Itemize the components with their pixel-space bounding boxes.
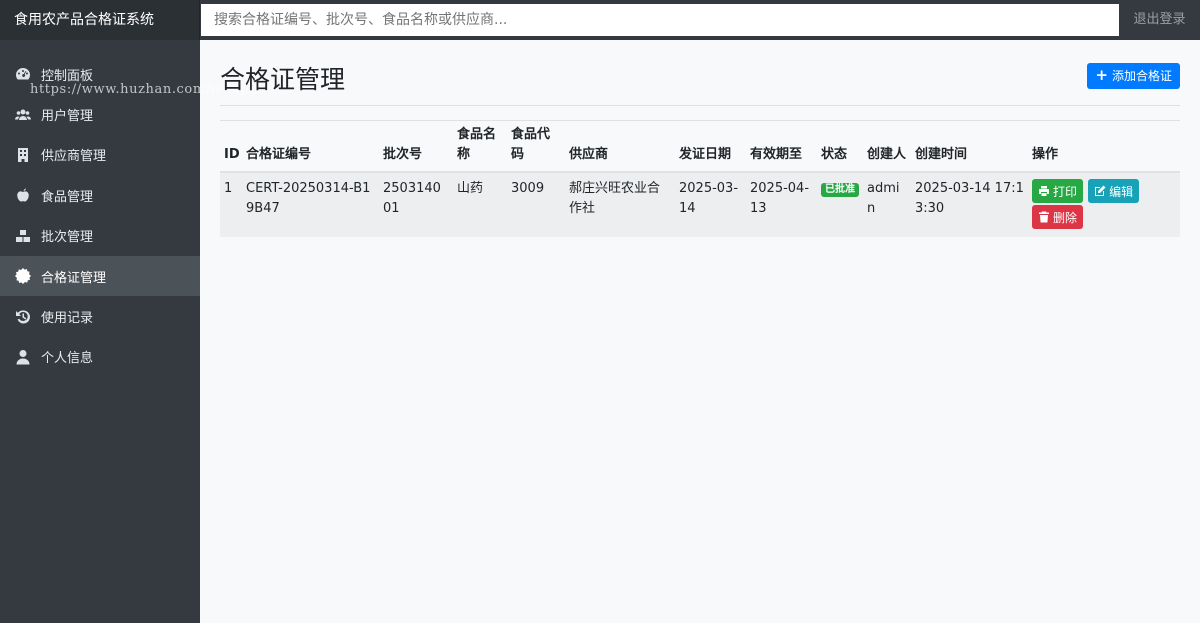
page-header: 合格证管理 + 添加合格证 [220,40,1180,106]
cell-creator: admin [863,172,911,237]
plus-icon: + [1095,66,1108,84]
history-icon [13,309,33,325]
cell-actions: 打印 编辑 删除 [1028,172,1180,237]
sidebar-item-label: 使用记录 [41,311,94,327]
users-icon [13,107,33,123]
column-header: 操作 [1028,120,1180,173]
top-navbar: 食用农产品合格证系统 退出登录 [0,0,1200,40]
cell-supplier: 郝庄兴旺农业合作社 [565,172,675,237]
cell-cert-no: CERT-20250314-B19B47 [242,172,379,237]
sidebar-item-label: 食品管理 [41,189,94,205]
sidebar-item-label: 批次管理 [41,230,94,246]
cell-status: 已批准 [817,172,863,237]
building-icon [13,147,33,163]
column-header: 有效期至 [746,120,817,173]
sidebar-item-label: 合格证管理 [41,270,107,286]
sidebar-item-foods[interactable]: 食品管理 [0,175,200,215]
cell-food-name: 山药 [453,172,507,237]
cell-created-time: 2025-03-14 17:13:30 [911,172,1028,237]
sidebar-item-dashboard[interactable]: 控制面板 [0,54,200,94]
cell-id: 1 [220,172,242,237]
sidebar-item-label: 用户管理 [41,109,94,125]
sidebar-item-usage-records[interactable]: 使用记录 [0,296,200,336]
sidebar-item-suppliers[interactable]: 供应商管理 [0,135,200,175]
cell-food-code: 3009 [507,172,565,237]
certificates-table: ID 合格证编号 批次号 食品名称 食品代码 供应商 发证日期 有效期至 状态 … [220,120,1180,237]
column-header: 创建人 [863,120,911,173]
column-header: 合格证编号 [242,120,379,173]
main-content: 合格证管理 + 添加合格证 ID 合格证编号 批次号 食品名称 食品代码 供应商… [200,40,1200,623]
column-header: 发证日期 [675,120,746,173]
add-certificate-button[interactable]: + 添加合格证 [1087,62,1180,89]
apple-icon [13,187,33,203]
sidebar-item-label: 供应商管理 [41,149,107,165]
print-label: 打印 [1053,184,1078,199]
page-title: 合格证管理 [220,64,346,94]
sidebar-item-certificates[interactable]: 合格证管理 [0,255,200,297]
delete-button[interactable]: 删除 [1032,205,1084,229]
column-header: ID [220,120,242,173]
cell-batch-no: 250314001 [379,172,453,237]
sidebar-item-users[interactable]: 用户管理 [0,94,200,134]
edit-icon [1095,185,1106,196]
boxes-icon [13,228,33,244]
search-input[interactable] [201,4,1119,36]
column-header: 食品名称 [453,120,507,173]
column-header: 供应商 [565,120,675,173]
column-header: 食品代码 [507,120,565,173]
cell-expiry-date: 2025-04-13 [746,172,817,237]
signout-link[interactable]: 退出登录 [1119,0,1200,40]
sidebar: 控制面板 用户管理 供应商管理 食品管理 批次管理 合格证管理 使用记录 个人信… [0,40,200,623]
column-header: 创建时间 [911,120,1028,173]
trash-icon [1039,211,1049,223]
sidebar-item-batches[interactable]: 批次管理 [0,216,200,256]
delete-label: 删除 [1053,210,1078,225]
certificate-icon [13,268,33,285]
column-header: 状态 [817,120,863,173]
table-row: 1 CERT-20250314-B19B47 250314001 山药 3009… [220,172,1180,237]
edit-label: 编辑 [1109,184,1134,199]
print-button[interactable]: 打印 [1032,179,1084,203]
tachometer-icon [13,66,33,82]
status-badge: 已批准 [821,183,859,197]
edit-button[interactable]: 编辑 [1088,179,1140,203]
column-header: 批次号 [379,120,453,173]
add-certificate-label: 添加合格证 [1111,69,1172,83]
sidebar-item-label: 控制面板 [41,68,94,84]
sidebar-item-profile[interactable]: 个人信息 [0,337,200,377]
user-icon [13,349,33,365]
print-icon [1039,186,1049,196]
sidebar-item-label: 个人信息 [41,351,94,367]
cell-issue-date: 2025-03-14 [675,172,746,237]
table-header-row: ID 合格证编号 批次号 食品名称 食品代码 供应商 发证日期 有效期至 状态 … [220,120,1180,173]
app-brand[interactable]: 食用农产品合格证系统 [0,0,200,40]
